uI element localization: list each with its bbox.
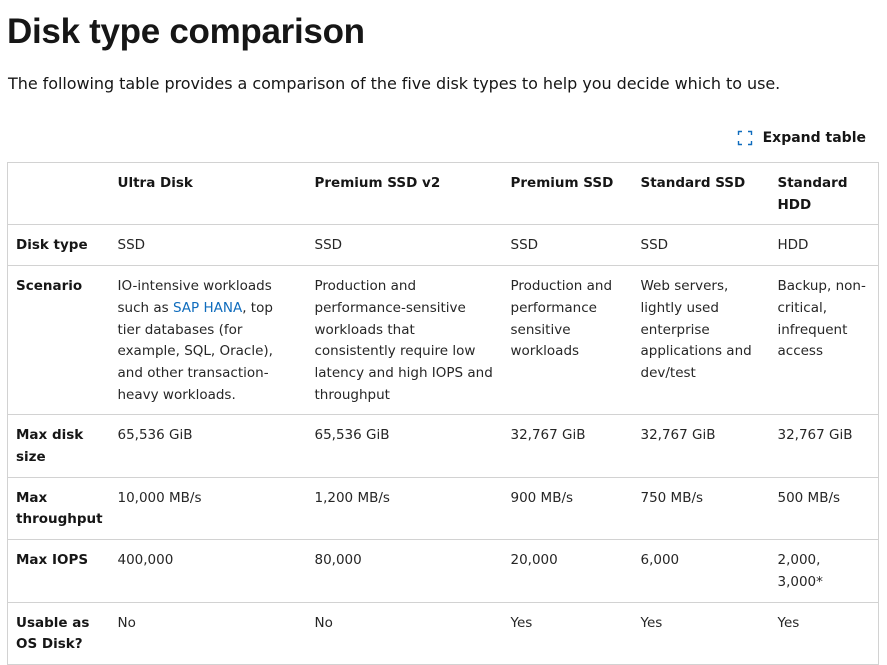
table-cell: Yes bbox=[769, 601, 879, 665]
table-cell: IO-intensive workloads such as SAP HANA,… bbox=[109, 265, 307, 416]
table-cell: Yes bbox=[632, 601, 770, 665]
row-label: Max disk size bbox=[7, 414, 110, 478]
row-label: Disk type bbox=[7, 224, 110, 267]
table-header-row: Ultra Disk Premium SSD v2 Premium SSD St… bbox=[7, 161, 879, 226]
intro-paragraph: The following table provides a compariso… bbox=[8, 74, 781, 93]
table-cell: No bbox=[306, 601, 503, 665]
header-ultra-disk: Ultra Disk bbox=[109, 161, 307, 226]
table-cell: 750 MB/s bbox=[632, 476, 770, 541]
header-standard-hdd: Standard HDD bbox=[769, 161, 879, 226]
header-premium-ssd-v2: Premium SSD v2 bbox=[306, 161, 503, 226]
table-cell: 32,767 GiB bbox=[502, 414, 633, 478]
table-cell: 1,200 MB/s bbox=[306, 476, 503, 541]
table-row: Max IOPS 400,000 80,000 20,000 6,000 2,0… bbox=[7, 539, 879, 603]
table-cell: SSD bbox=[109, 224, 307, 267]
table-cell: 2,000, 3,000* bbox=[769, 539, 879, 603]
row-label: Scenario bbox=[7, 265, 110, 416]
table-cell: 80,000 bbox=[306, 539, 503, 603]
table-cell: 32,767 GiB bbox=[632, 414, 770, 478]
table-row: Max disk size 65,536 GiB 65,536 GiB 32,7… bbox=[7, 414, 879, 478]
row-label: Max throughput bbox=[7, 476, 110, 541]
table-cell: SSD bbox=[632, 224, 770, 267]
page-title: Disk type comparison bbox=[7, 12, 365, 51]
table-cell: SSD bbox=[306, 224, 503, 267]
expand-corners-icon bbox=[737, 130, 753, 146]
table-cell: Production and performance sensitive wor… bbox=[502, 265, 633, 416]
table-cell: 900 MB/s bbox=[502, 476, 633, 541]
table-cell: 400,000 bbox=[109, 539, 307, 603]
table-cell: HDD bbox=[769, 224, 879, 267]
table-cell: 65,536 GiB bbox=[306, 414, 503, 478]
table-cell: Web servers, lightly used enterprise app… bbox=[632, 265, 770, 416]
header-corner bbox=[7, 161, 110, 226]
table-cell: Backup, non-critical, infrequent access bbox=[769, 265, 879, 416]
table-cell: 500 MB/s bbox=[769, 476, 879, 541]
table-cell: 6,000 bbox=[632, 539, 770, 603]
disk-comparison-table: Ultra Disk Premium SSD v2 Premium SSD St… bbox=[7, 161, 879, 665]
table-cell: 20,000 bbox=[502, 539, 633, 603]
table-cell: SSD bbox=[502, 224, 633, 267]
header-standard-ssd: Standard SSD bbox=[632, 161, 770, 226]
table-row: Usable as OS Disk? No No Yes Yes Yes bbox=[7, 601, 879, 665]
expand-table-button[interactable]: Expand table bbox=[737, 126, 866, 150]
table-row: Max throughput 10,000 MB/s 1,200 MB/s 90… bbox=[7, 476, 879, 541]
expand-table-label: Expand table bbox=[762, 130, 866, 146]
table-cell: No bbox=[109, 601, 307, 665]
table-cell: Yes bbox=[502, 601, 633, 665]
header-premium-ssd: Premium SSD bbox=[502, 161, 633, 226]
row-label: Max IOPS bbox=[7, 539, 110, 603]
table-cell: 65,536 GiB bbox=[109, 414, 307, 478]
page: Disk type comparison The following table… bbox=[0, 0, 887, 665]
table-cell: 32,767 GiB bbox=[769, 414, 879, 478]
sap-hana-link[interactable]: SAP HANA bbox=[173, 300, 242, 316]
row-label: Usable as OS Disk? bbox=[7, 601, 110, 665]
table-row: Disk type SSD SSD SSD SSD HDD bbox=[7, 224, 879, 267]
table-row: Scenario IO-intensive workloads such as … bbox=[7, 265, 879, 416]
table-cell: Production and performance-sensitive wor… bbox=[306, 265, 503, 416]
table-cell: 10,000 MB/s bbox=[109, 476, 307, 541]
